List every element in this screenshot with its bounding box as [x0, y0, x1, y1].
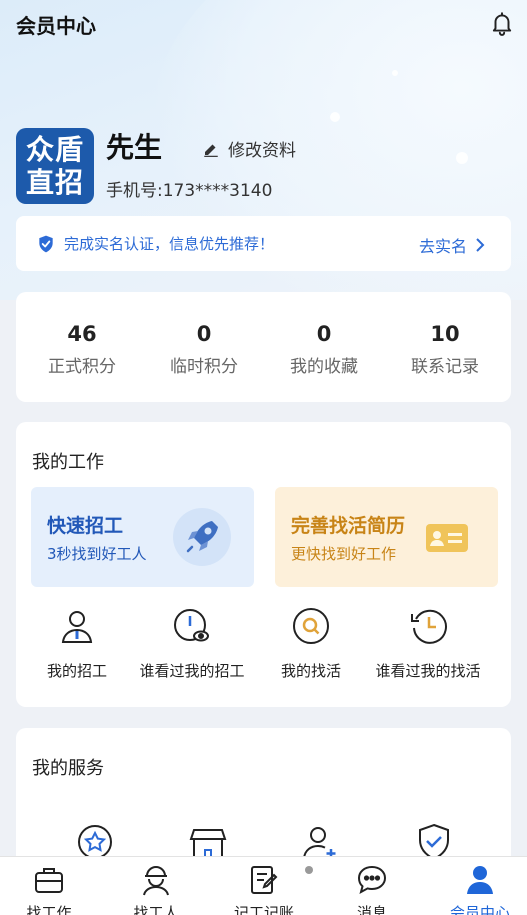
chevron-right-icon	[476, 238, 485, 252]
profile-section: 众盾 直招 先生 修改资料 手机号:173****3140	[16, 126, 516, 206]
my-work-title: 我的工作	[32, 452, 104, 473]
top-bar: 会员中心	[0, 0, 527, 46]
pencil-icon	[204, 144, 218, 157]
tab-find-job[interactable]: 找工作	[9, 863, 89, 915]
shield-icon	[39, 235, 53, 252]
complete-resume-card[interactable]: 完善找活简历 更快找到好工作	[275, 487, 498, 587]
verify-message: 完成实名认证，信息优先推荐！	[64, 235, 275, 253]
my-work-card: 我的工作 快速招工 3秒找到好工人 完善找活简历 更快找到好工作 我的招工 谁看…	[16, 422, 511, 707]
id-card-icon	[426, 524, 468, 552]
stat-favorites[interactable]: 0 我的收藏	[264, 322, 384, 377]
tab-member-center[interactable]: 会员中心	[440, 863, 520, 915]
stat-formal-points[interactable]: 46 正式积分	[22, 322, 142, 377]
brand-logo: 众盾 直招	[16, 128, 94, 204]
quick-item-who-viewed-search[interactable]: 谁看过我的找活	[360, 606, 496, 681]
my-service-title: 我的服务	[32, 758, 104, 779]
briefcase-icon	[35, 868, 63, 893]
unread-dot	[305, 866, 313, 874]
bottom-tab-bar: 找工作 找工人 记工记账 消息 会员中心	[0, 856, 527, 915]
clock-eye-icon	[174, 609, 209, 642]
stat-temp-points[interactable]: 0 临时积分	[144, 322, 264, 377]
quick-item-my-job-search[interactable]: 我的找活	[268, 606, 354, 681]
bell-icon[interactable]	[489, 10, 515, 36]
notebook-pen-icon	[251, 866, 278, 894]
verify-banner[interactable]: 完成实名认证，信息优先推荐！ 去实名	[16, 216, 511, 271]
verify-action-link[interactable]: 去实名	[419, 233, 485, 257]
user-icon	[467, 866, 493, 894]
user-name: 先生	[106, 131, 163, 164]
quick-item-my-hires[interactable]: 我的招工	[34, 606, 120, 681]
stat-contact-records[interactable]: 10 联系记录	[385, 322, 505, 377]
history-icon	[411, 609, 447, 644]
tab-messages[interactable]: 消息	[332, 863, 412, 915]
stats-card: 46 正式积分 0 临时积分 0 我的收藏 10 联系记录	[16, 292, 511, 402]
worker-icon	[61, 611, 93, 643]
chat-bubble-icon	[357, 865, 387, 894]
worker-helmet-icon	[143, 866, 169, 896]
quick-hire-card[interactable]: 快速招工 3秒找到好工人	[31, 487, 254, 587]
edit-profile-label: 修改资料	[228, 141, 296, 161]
quick-item-who-viewed-hires[interactable]: 谁看过我的招工	[126, 606, 258, 681]
tab-find-worker[interactable]: 找工人	[116, 863, 196, 915]
rocket-icon	[173, 508, 231, 566]
edit-profile-button[interactable]: 修改资料	[202, 136, 296, 161]
search-circle-icon	[293, 608, 329, 644]
tab-work-log[interactable]: 记工记账	[224, 863, 304, 915]
phone-number: 手机号:173****3140	[106, 181, 273, 201]
page-title: 会员中心	[16, 14, 96, 38]
verify-action-label: 去实名	[418, 237, 467, 256]
